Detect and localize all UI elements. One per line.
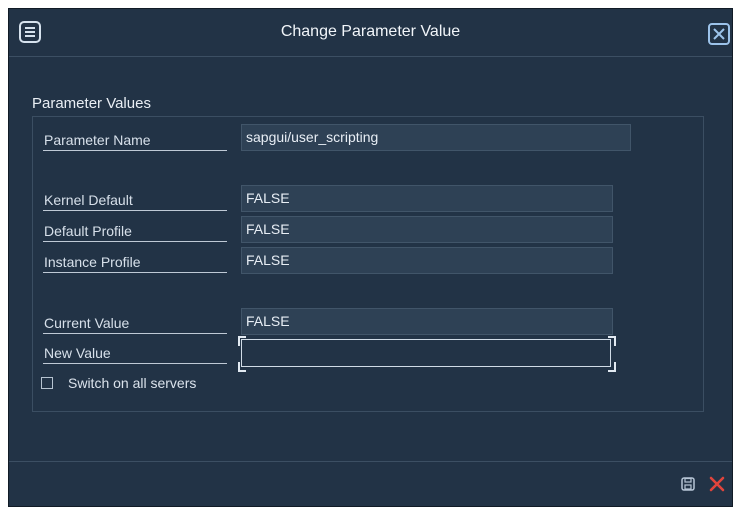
switch-all-servers-label: Switch on all servers [68, 375, 197, 391]
group-title: Parameter Values [32, 95, 151, 112]
new-value-label: New Value [43, 342, 227, 364]
close-icon[interactable] [708, 23, 730, 45]
focus-corner [608, 362, 616, 372]
dialog-titlebar: Change Parameter Value [9, 9, 732, 57]
red-x-icon [709, 476, 725, 492]
instance-profile-field: FALSE [241, 247, 613, 274]
floppy-disk-icon [681, 477, 695, 491]
focus-corner [238, 336, 246, 346]
instance-profile-label: Instance Profile [43, 251, 227, 273]
switch-all-servers-checkbox[interactable] [41, 377, 53, 389]
parameter-name-label: Parameter Name [43, 129, 227, 151]
new-value-input[interactable] [241, 339, 611, 367]
kernel-default-label: Kernel Default [43, 189, 227, 211]
save-icon[interactable] [680, 476, 696, 492]
default-profile-label: Default Profile [43, 220, 227, 242]
kernel-default-field: FALSE [241, 185, 613, 212]
dialog-title: Change Parameter Value [280, 23, 461, 40]
current-value-label: Current Value [43, 312, 227, 334]
current-value-field: FALSE [241, 308, 613, 335]
dialog-footer [9, 461, 732, 506]
change-parameter-dialog: Change Parameter Value Parameter Values … [8, 8, 733, 507]
close-x-icon [713, 28, 725, 40]
cancel-icon[interactable] [708, 475, 726, 493]
parameter-name-field: sapgui/user_scripting [241, 124, 631, 151]
focus-corner [238, 362, 246, 372]
focus-corner [608, 336, 616, 346]
default-profile-field: FALSE [241, 216, 613, 243]
